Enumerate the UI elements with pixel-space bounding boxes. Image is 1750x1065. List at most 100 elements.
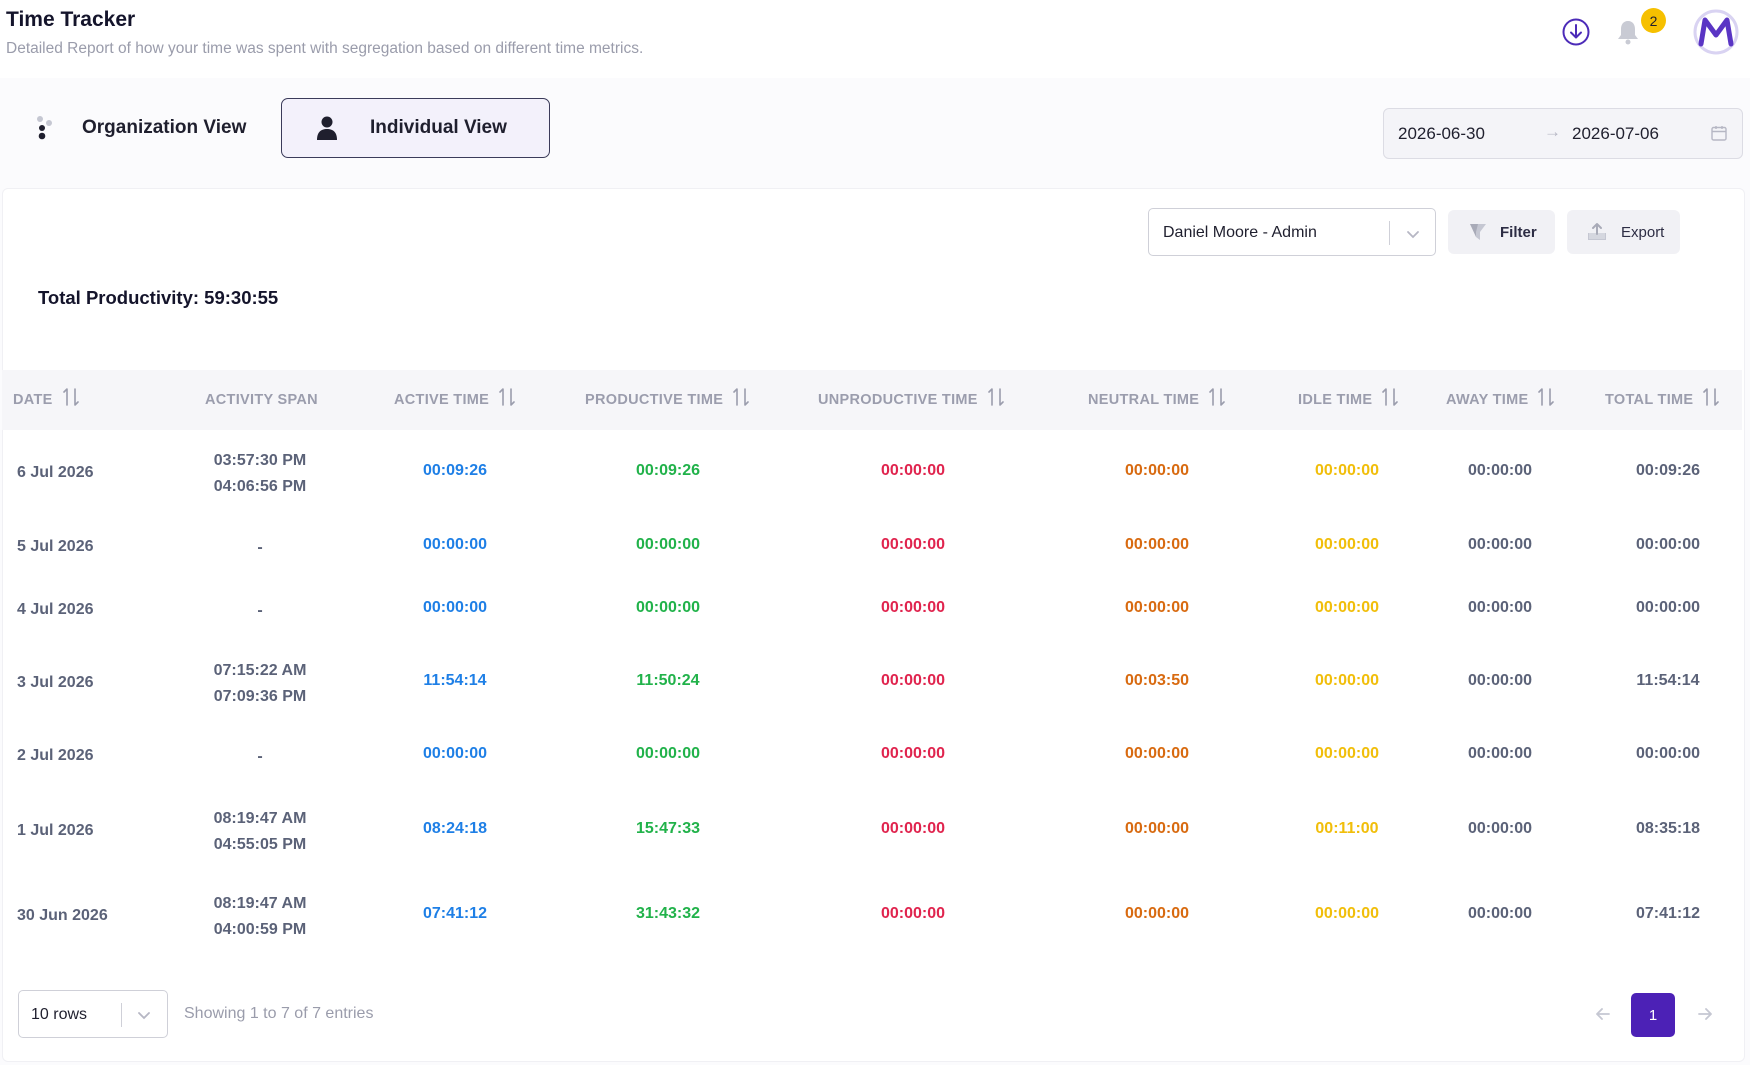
table-header: DATE ACTIVITY SPAN ACTIVE TIME PRODUCTIV… xyxy=(2,370,1742,430)
entries-info: Showing 1 to 7 of 7 entries xyxy=(184,1005,374,1022)
cell-neutral-time: 00:00:00 xyxy=(1124,599,1190,616)
bell-icon[interactable] xyxy=(1614,18,1642,46)
column-header-away-time[interactable]: AWAY TIME xyxy=(1446,370,1555,430)
cell-away-time: 00:00:00 xyxy=(1467,536,1533,553)
cell-idle-time: 00:00:00 xyxy=(1314,672,1380,689)
cell-activity-span: - xyxy=(200,535,320,561)
span-start: 03:57:30 PM xyxy=(213,452,307,469)
cell-productive-time: 00:09:26 xyxy=(635,462,701,479)
cell-total-time: 00:00:00 xyxy=(1635,599,1701,616)
sort-arrows-icon[interactable] xyxy=(733,387,750,407)
chevron-down-icon[interactable] xyxy=(135,1006,153,1024)
cell-idle-time: 00:00:00 xyxy=(1314,536,1380,553)
download-icon[interactable] xyxy=(1560,16,1592,48)
cell-date: 5 Jul 2026 xyxy=(17,538,94,555)
total-productivity: Total Productivity: 59:30:55 xyxy=(38,287,279,308)
cell-total-time: 00:00:00 xyxy=(1635,745,1701,762)
cell-total-time: 07:41:12 xyxy=(1635,905,1701,922)
date-end-input[interactable]: 2026-07-06 xyxy=(1572,124,1659,144)
pagination-page-button[interactable]: 1 xyxy=(1631,993,1675,1037)
cell-activity-span: 08:19:47 AM 04:00:59 PM xyxy=(200,891,320,943)
cell-neutral-time: 00:00:00 xyxy=(1124,745,1190,762)
span-start: - xyxy=(257,748,263,765)
cell-activity-span: - xyxy=(200,744,320,770)
column-header-productive-time[interactable]: PRODUCTIVE TIME xyxy=(585,370,750,430)
cell-neutral-time: 00:00:00 xyxy=(1124,462,1190,479)
table-row: 4 Jul 2026 - 00:00:00 00:00:00 00:00:00 … xyxy=(2,595,1742,635)
cell-away-time: 00:00:00 xyxy=(1467,905,1533,922)
page-title: Time Tracker xyxy=(6,8,136,31)
column-header-neutral-time[interactable]: NEUTRAL TIME xyxy=(1088,370,1226,430)
span-end: 04:55:05 PM xyxy=(213,836,307,853)
column-header-label: PRODUCTIVE TIME xyxy=(585,392,724,408)
cell-active-time: 07:41:12 xyxy=(422,905,488,922)
column-header-idle-time[interactable]: IDLE TIME xyxy=(1298,370,1399,430)
span-start: 08:19:47 AM xyxy=(213,895,307,912)
cell-active-time: 00:09:26 xyxy=(422,462,488,479)
export-upload-icon xyxy=(1587,222,1607,242)
sort-arrows-icon[interactable] xyxy=(1209,387,1226,407)
cell-unproductive-time: 00:00:00 xyxy=(880,905,946,922)
span-start: - xyxy=(257,539,263,556)
column-header-label: NEUTRAL TIME xyxy=(1088,392,1200,408)
cell-productive-time: 31:43:32 xyxy=(635,905,701,922)
notification-badge: 2 xyxy=(1641,8,1666,33)
cell-away-time: 00:00:00 xyxy=(1467,672,1533,689)
filter-button-label: Filter xyxy=(1500,223,1537,241)
rows-per-page-select[interactable]: 10 rows xyxy=(18,990,168,1038)
column-header-total-time[interactable]: TOTAL TIME xyxy=(1605,370,1720,430)
calendar-icon[interactable] xyxy=(1710,124,1728,142)
cell-neutral-time: 00:00:00 xyxy=(1124,536,1190,553)
sort-arrows-icon[interactable] xyxy=(1703,387,1720,407)
column-header-unproductive-time[interactable]: UNPRODUCTIVE TIME xyxy=(818,370,1004,430)
cell-activity-span: 08:19:47 AM 04:55:05 PM xyxy=(200,806,320,858)
column-header-label: DATE xyxy=(13,392,53,408)
individual-view-tab[interactable]: Individual View xyxy=(281,98,550,158)
span-end: 04:06:56 PM xyxy=(213,478,307,495)
arrow-left-icon[interactable] xyxy=(1590,1001,1616,1027)
filter-button[interactable]: Filter xyxy=(1448,210,1555,254)
cell-away-time: 00:00:00 xyxy=(1467,820,1533,837)
cell-activity-span: 07:15:22 AM 07:09:36 PM xyxy=(200,658,320,710)
cell-unproductive-time: 00:00:00 xyxy=(880,536,946,553)
individual-view-label: Individual View xyxy=(370,117,507,138)
cell-active-time: 08:24:18 xyxy=(422,820,488,837)
date-range-arrow: → xyxy=(1544,122,1561,141)
cell-unproductive-time: 00:00:00 xyxy=(880,599,946,616)
cell-total-time: 00:00:00 xyxy=(1635,536,1701,553)
organization-icon xyxy=(20,98,70,158)
date-range-picker[interactable]: 2026-06-30 → 2026-07-06 xyxy=(1383,108,1743,159)
sort-arrows-icon[interactable] xyxy=(1382,387,1399,407)
span-start: - xyxy=(257,602,263,619)
column-header-date[interactable]: DATE xyxy=(13,370,79,430)
table-row: 1 Jul 2026 08:19:47 AM 04:55:05 PM 08:24… xyxy=(2,806,1742,876)
sort-arrows-icon[interactable] xyxy=(987,387,1004,407)
table-row: 2 Jul 2026 - 00:00:00 00:00:00 00:00:00 … xyxy=(2,741,1742,781)
brand-logo-icon[interactable] xyxy=(1692,8,1740,56)
span-end: 04:00:59 PM xyxy=(213,921,307,938)
organization-view-tab[interactable]: Organization View xyxy=(20,98,260,158)
cell-neutral-time: 00:03:50 xyxy=(1124,672,1190,689)
export-button-label: Export xyxy=(1621,223,1665,241)
arrow-right-icon[interactable] xyxy=(1692,1001,1718,1027)
user-select-value: Daniel Moore - Admin xyxy=(1163,224,1317,241)
cell-productive-time: 00:00:00 xyxy=(635,599,701,616)
date-start-input[interactable]: 2026-06-30 xyxy=(1398,124,1485,144)
cell-date: 3 Jul 2026 xyxy=(17,674,94,691)
column-header-label: ACTIVE TIME xyxy=(394,392,490,408)
user-select-dropdown[interactable]: Daniel Moore - Admin xyxy=(1148,208,1436,256)
cell-idle-time: 00:00:00 xyxy=(1314,905,1380,922)
cell-away-time: 00:00:00 xyxy=(1467,745,1533,762)
sort-arrows-icon[interactable] xyxy=(499,387,515,407)
cell-total-time: 11:54:14 xyxy=(1636,672,1700,689)
user-select-divider xyxy=(1389,221,1390,245)
cell-away-time: 00:00:00 xyxy=(1467,462,1533,479)
sort-arrows-icon[interactable] xyxy=(62,387,79,407)
organization-view-label: Organization View xyxy=(82,117,247,138)
sort-arrows-icon[interactable] xyxy=(1538,387,1555,407)
chevron-down-icon[interactable] xyxy=(1404,225,1422,243)
column-header-active-time[interactable]: ACTIVE TIME xyxy=(394,370,515,430)
cell-away-time: 00:00:00 xyxy=(1467,599,1533,616)
export-button[interactable]: Export xyxy=(1567,210,1680,254)
column-header-label: UNPRODUCTIVE TIME xyxy=(818,392,978,408)
